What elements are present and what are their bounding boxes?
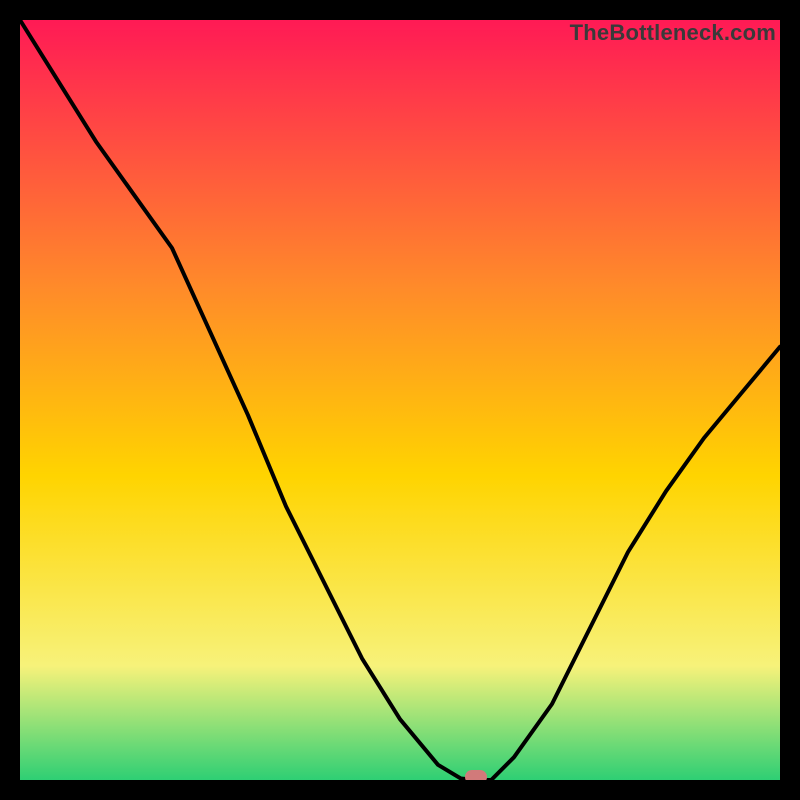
- watermark-text: TheBottleneck.com: [570, 20, 776, 46]
- gradient-background: [20, 20, 780, 780]
- chart-frame: TheBottleneck.com: [0, 0, 800, 800]
- optimum-marker: [465, 770, 487, 780]
- plot-svg: [20, 20, 780, 780]
- plot-area: TheBottleneck.com: [20, 20, 780, 780]
